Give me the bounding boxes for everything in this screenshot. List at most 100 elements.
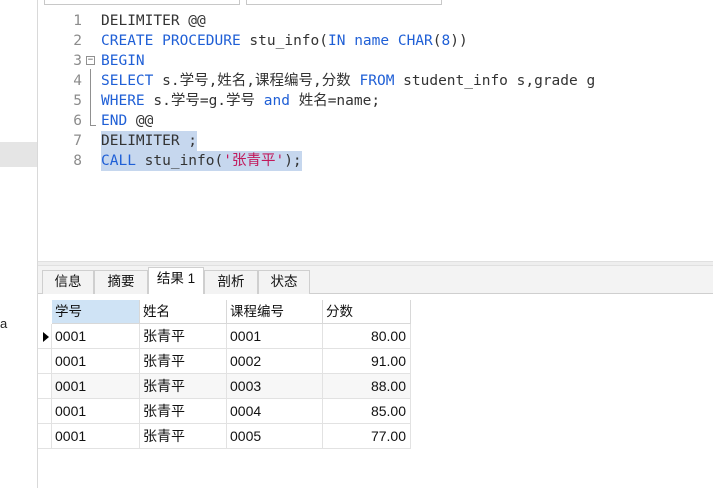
code-token: ( (432, 33, 442, 49)
tab-result-1-label: 结果 1 (156, 271, 196, 286)
table-row[interactable]: 0001 张青平 0001 80.00 (38, 324, 450, 349)
table-cell[interactable]: 0005 (227, 424, 323, 449)
tab-summary[interactable]: 摘要 (94, 270, 148, 294)
fold-toggle-icon[interactable]: − (86, 56, 95, 65)
line-number: 8 (73, 153, 82, 169)
line-number: 1 (73, 13, 82, 29)
tab-result-1[interactable]: 结果 1 (148, 267, 204, 295)
tab-info[interactable]: 信息 (42, 270, 94, 294)
tab-info-label: 信息 (54, 274, 82, 289)
code-token: CREATE PROCEDURE (101, 33, 241, 49)
toolbar-box-1[interactable] (44, 0, 240, 5)
row-selector[interactable] (38, 399, 52, 424)
code-token: name (345, 33, 398, 49)
code-text: DELIMITER @@ (101, 11, 206, 31)
code-token: s.学号=g.学号 (144, 93, 264, 109)
code-token: FROM (359, 73, 395, 89)
column-header-name[interactable]: 姓名 (140, 300, 227, 324)
line-number: 3 (73, 53, 82, 69)
code-token: )) (450, 33, 468, 49)
code-text: CREATE PROCEDURE stu_info(IN name CHAR(8… (101, 31, 468, 51)
code-token: stu_info( (240, 33, 328, 49)
code-token: SELECT (101, 73, 154, 89)
table-cell[interactable]: 张青平 (140, 324, 227, 349)
code-token: DELIMITER ; (101, 133, 198, 149)
code-text: DELIMITER ; (101, 131, 198, 151)
code-token: @@ (127, 113, 154, 129)
line-number: 7 (73, 133, 82, 149)
line-number: 4 (73, 73, 82, 89)
code-line[interactable]: 4 SELECT s.学号,姓名,课程编号,分数 FROM student_inf… (38, 71, 713, 91)
column-header-score[interactable]: 分数 (323, 300, 411, 324)
table-cell[interactable]: 0001 (52, 399, 140, 424)
code-text: BEGIN (101, 51, 145, 71)
table-cell[interactable]: 91.00 (323, 349, 411, 374)
code-line[interactable]: 6 END @@ (38, 111, 713, 131)
code-text: SELECT s.学号,姓名,课程编号,分数 FROM student_info… (101, 71, 595, 91)
code-token: IN (328, 33, 346, 49)
code-token: s.学号,姓名,课程编号,分数 (153, 73, 360, 89)
left-panel-selected-item[interactable] (0, 142, 37, 167)
current-row-arrow-icon (43, 332, 49, 342)
code-token: 8 (441, 33, 451, 49)
table-cell[interactable]: 0001 (227, 324, 323, 349)
left-panel: a (0, 0, 38, 488)
code-token: student_info s,grade g (394, 73, 596, 89)
code-token: CALL (101, 153, 136, 169)
tab-summary-label: 摘要 (107, 274, 135, 289)
line-number: 5 (73, 93, 82, 109)
code-line[interactable]: 7 DELIMITER ; (38, 131, 713, 151)
row-selector[interactable] (38, 424, 52, 449)
table-row[interactable]: 0001 张青平 0005 77.00 (38, 424, 450, 449)
code-line[interactable]: 3− BEGIN (38, 51, 713, 71)
table-cell[interactable]: 80.00 (323, 324, 411, 349)
table-cell[interactable]: 88.00 (323, 374, 411, 399)
code-token: DELIMITER @@ (101, 13, 206, 29)
code-token: 姓名=name; (289, 93, 381, 109)
code-text: CALL stu_info('张青平'); (101, 151, 302, 171)
column-header-course-id[interactable]: 课程编号 (227, 300, 323, 324)
result-tabs: 信息 摘要 结果 1 剖析 状态 (38, 266, 713, 295)
code-token: BEGIN (101, 53, 145, 69)
code-token: CHAR (397, 33, 433, 49)
table-cell[interactable]: 0001 (52, 349, 140, 374)
code-token: END (101, 113, 128, 129)
code-token: WHERE (101, 93, 145, 109)
code-token: stu_info( (135, 153, 224, 169)
tab-profile[interactable]: 剖析 (204, 270, 258, 294)
code-line[interactable]: 2 CREATE PROCEDURE stu_info(IN name CHAR(… (38, 31, 713, 51)
table-cell[interactable]: 0003 (227, 374, 323, 399)
code-line[interactable]: 5 WHERE s.学号=g.学号 and 姓名=name; (38, 91, 713, 111)
table-cell[interactable]: 85.00 (323, 399, 411, 424)
table-cell[interactable]: 0001 (52, 324, 140, 349)
code-text: WHERE s.学号=g.学号 and 姓名=name; (101, 91, 380, 111)
table-cell[interactable]: 0002 (227, 349, 323, 374)
table-cell[interactable]: 77.00 (323, 424, 411, 449)
sql-editor[interactable]: 1 DELIMITER @@ 2 CREATE PROCEDURE stu_info(… (38, 6, 713, 261)
line-number: 6 (73, 113, 82, 129)
tab-status[interactable]: 状态 (258, 270, 310, 294)
table-row[interactable]: 0001 张青平 0002 91.00 (38, 349, 450, 374)
table-cell[interactable]: 张青平 (140, 399, 227, 424)
table-cell[interactable]: 0004 (227, 399, 323, 424)
table-row[interactable]: 0001 张青平 0003 88.00 (38, 374, 450, 399)
code-line[interactable]: 1 DELIMITER @@ (38, 11, 713, 31)
table-row[interactable]: 0001 张青平 0004 85.00 (38, 399, 450, 424)
table-cell[interactable]: 张青平 (140, 424, 227, 449)
code-line[interactable]: 8 CALL stu_info('张青平'); (38, 151, 713, 171)
code-token: ); (284, 153, 302, 169)
row-selector[interactable] (38, 324, 52, 349)
code-text: END @@ (101, 111, 153, 131)
left-panel-text-fragment: a (0, 316, 8, 331)
table-cell[interactable]: 张青平 (140, 349, 227, 374)
toolbar-box-2[interactable] (246, 0, 442, 5)
code-token: and (263, 93, 290, 109)
tab-profile-label: 剖析 (217, 274, 245, 289)
column-header-student-id[interactable]: 学号 (52, 300, 140, 324)
table-cell[interactable]: 0001 (52, 374, 140, 399)
table-cell[interactable]: 张青平 (140, 374, 227, 399)
row-selector[interactable] (38, 374, 52, 399)
row-selector[interactable] (38, 349, 52, 374)
code-token: '张青平' (223, 153, 285, 169)
table-cell[interactable]: 0001 (52, 424, 140, 449)
